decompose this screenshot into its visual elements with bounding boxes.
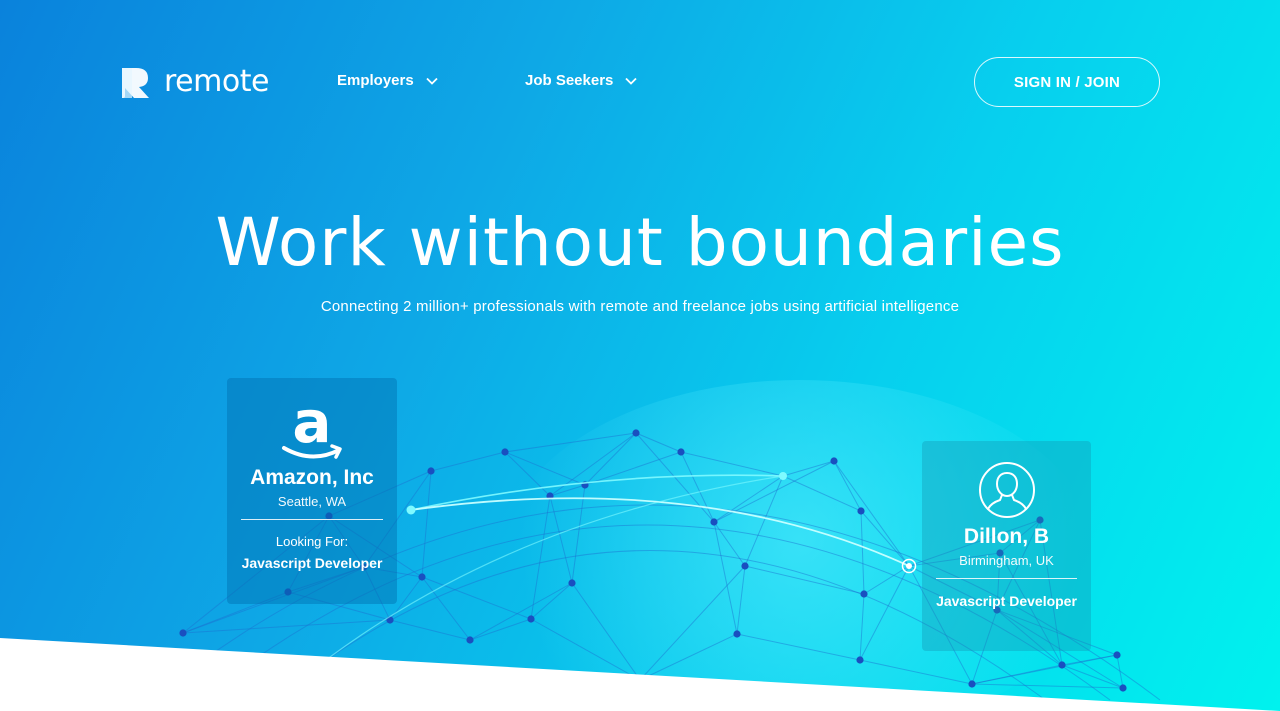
globe-node: [968, 680, 976, 688]
globe-mesh-line: [469, 618, 532, 641]
globe-node: [860, 590, 868, 598]
nav-employers-label: Employers: [337, 72, 414, 89]
card-divider: [936, 578, 1077, 579]
globe-mesh-line: [421, 470, 432, 578]
chevron-down-icon: [625, 77, 638, 85]
candidate-name: Dillon, B: [963, 525, 1050, 548]
remote-logo-icon: [122, 67, 149, 98]
sign-in-join-button[interactable]: SIGN IN / JOIN: [974, 57, 1160, 107]
company-role: Javascript Developer: [241, 555, 383, 571]
globe-node: [1058, 661, 1066, 669]
amazon-logo-icon: a: [282, 396, 342, 459]
globe-node: [856, 656, 864, 664]
brand-name: remote: [164, 64, 269, 99]
globe-mesh-line: [1061, 664, 1124, 689]
globe-node: [733, 630, 741, 638]
globe-node: [466, 636, 474, 644]
hero-headline: Work without boundaries: [215, 204, 1065, 281]
globe-node: [741, 562, 749, 570]
globe-node: [179, 629, 187, 637]
brand-logo[interactable]: remote: [120, 64, 269, 99]
globe-mesh-line: [389, 619, 471, 641]
candidate-card[interactable]: Dillon, B Birmingham, UK Javascript Deve…: [922, 441, 1091, 651]
hero-subline: Connecting 2 million+ professionals with…: [320, 298, 960, 315]
company-card[interactable]: a Amazon, Inc Seattle, WA Looking For: J…: [227, 378, 397, 604]
globe-node: [857, 507, 865, 515]
hero-section: remote Employers Job Seekers SIGN IN / J…: [0, 0, 1280, 711]
globe-node: [636, 676, 644, 684]
globe-node: [527, 615, 535, 623]
candidate-location: Birmingham, UK: [959, 553, 1054, 568]
card-divider: [241, 519, 383, 520]
nav-employers[interactable]: Employers: [337, 72, 438, 89]
company-name: Amazon, Inc: [250, 466, 374, 489]
looking-for-label: Looking For:: [275, 534, 349, 549]
svg-text:a: a: [292, 396, 331, 456]
candidate-role: Javascript Developer: [936, 593, 1077, 609]
company-location: Seattle, WA: [277, 494, 347, 509]
globe-node: [632, 429, 640, 437]
globe-node: [677, 448, 685, 456]
globe-node: [568, 579, 576, 587]
globe-node: [418, 573, 426, 581]
globe-node: [1119, 684, 1127, 692]
chevron-down-icon: [426, 77, 438, 85]
globe-node: [710, 518, 718, 526]
globe-node: [501, 448, 509, 456]
globe-node: [1113, 651, 1121, 659]
globe-node: [830, 457, 838, 465]
user-avatar-icon: [978, 462, 1035, 518]
nav-job-seekers[interactable]: Job Seekers: [525, 72, 638, 89]
nav-job-seekers-label: Job Seekers: [525, 72, 614, 89]
globe-node: [427, 467, 435, 475]
globe-mesh-line: [430, 451, 506, 472]
